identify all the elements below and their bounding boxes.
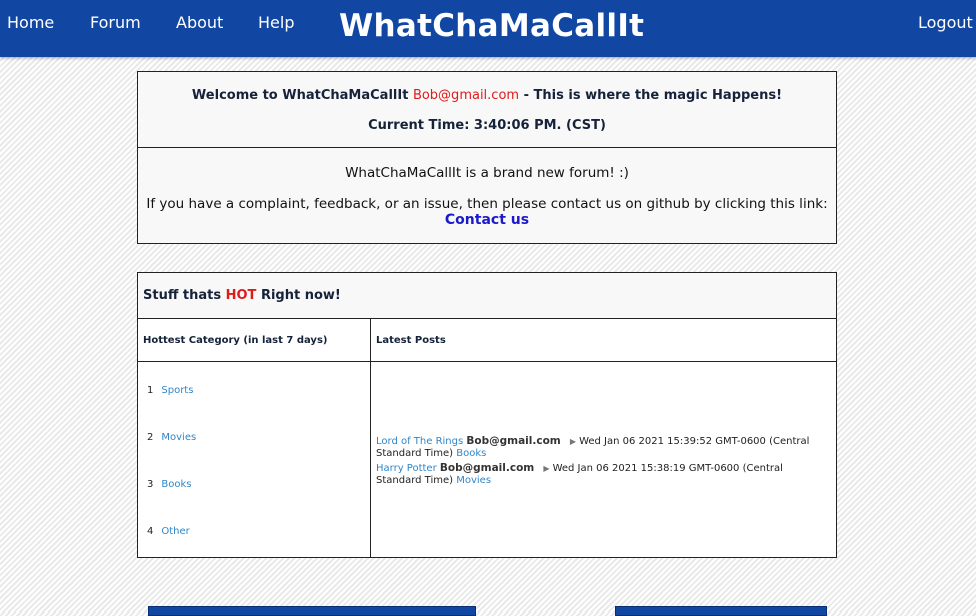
post-item: Lord of The Rings Bob@gmail.com ▶ Wed Jan… xyxy=(376,435,824,460)
category-link-movies[interactable]: Movies xyxy=(161,432,196,443)
hot-title-prefix: Stuff thats xyxy=(143,288,226,303)
feedback-message: If you have a complaint, feedback, or an… xyxy=(146,196,828,212)
category-column-header: Hottest Category (in last 7 days) xyxy=(138,319,370,362)
posts-column-header: Latest Posts xyxy=(371,319,836,362)
posts-column-label: Latest Posts xyxy=(376,335,446,346)
category-item: 4 Other xyxy=(147,526,190,537)
post-date: Wed Jan 06 2021 15:38:19 GMT-0600 (Centr… xyxy=(376,463,783,486)
post-category-link[interactable]: Movies xyxy=(456,475,491,486)
category-link-sports[interactable]: Sports xyxy=(161,385,193,396)
feedback-text: If you have a complaint, feedback, or an… xyxy=(138,196,836,228)
post-author: Bob@gmail.com xyxy=(439,462,535,474)
hot-panel: Stuff thats HOT Right now! Hottest Categ… xyxy=(137,272,837,558)
hot-title: Stuff thats HOT Right now! xyxy=(143,288,341,303)
welcome-prefix: Welcome to WhatChaMaCallIt xyxy=(191,88,413,103)
navbar: Home Forum About Help WhatChaMaCallIt Lo… xyxy=(0,0,976,57)
site-title[interactable]: WhatChaMaCallIt xyxy=(339,6,644,46)
welcome-message: Welcome to WhatChaMaCallIt Bob@gmail.com… xyxy=(138,88,836,103)
welcome-suffix: - This is where the magic Happens! xyxy=(519,88,783,103)
post-author: Bob@gmail.com xyxy=(466,435,561,447)
category-column-label: Hottest Category (in last 7 days) xyxy=(143,335,328,346)
nav-about-link[interactable]: About xyxy=(176,13,223,33)
contact-us-link[interactable]: Contact us xyxy=(445,212,529,228)
hot-header: Stuff thats HOT Right now! xyxy=(138,273,836,319)
hot-title-suffix: Right now! xyxy=(256,288,341,303)
welcome-header: Welcome to WhatChaMaCallIt Bob@gmail.com… xyxy=(138,72,836,148)
post-title-link[interactable]: Harry Potter xyxy=(376,463,437,474)
hot-title-hot: HOT xyxy=(225,288,257,303)
user-email: Bob@gmail.com xyxy=(412,88,520,103)
category-item: 2 Movies xyxy=(147,432,196,443)
category-link-other[interactable]: Other xyxy=(161,526,189,537)
category-rank: 2 xyxy=(147,432,154,443)
nav-home-link[interactable]: Home xyxy=(7,13,54,33)
welcome-body: WhatChaMaCallIt is a brand new forum! :)… xyxy=(138,148,836,228)
triangle-right-icon: ▶ xyxy=(543,464,550,473)
post-item: Harry Potter Bob@gmail.com ▶ Wed Jan 06 2… xyxy=(376,462,824,487)
bottom-right-button[interactable] xyxy=(615,606,827,616)
nav-help-link[interactable]: Help xyxy=(258,13,294,33)
nav-logout-link[interactable]: Logout xyxy=(918,13,973,33)
column-divider xyxy=(370,319,371,557)
category-item: 3 Books xyxy=(147,479,191,490)
category-link-books[interactable]: Books xyxy=(161,479,191,490)
post-title-link[interactable]: Lord of The Rings xyxy=(376,436,463,447)
category-rank: 4 xyxy=(147,526,154,537)
current-time: Current Time: 3:40:06 PM. (CST) xyxy=(368,118,606,133)
welcome-panel: Welcome to WhatChaMaCallIt Bob@gmail.com… xyxy=(137,71,837,244)
bottom-left-button[interactable] xyxy=(148,606,476,616)
category-rank: 1 xyxy=(147,385,154,396)
post-category-link[interactable]: Books xyxy=(456,448,486,459)
category-item: 1 Sports xyxy=(147,385,193,396)
category-rank: 3 xyxy=(147,479,154,490)
nav-forum-link[interactable]: Forum xyxy=(90,13,141,33)
triangle-right-icon: ▶ xyxy=(569,437,577,446)
forum-intro: WhatChaMaCallIt is a brand new forum! :) xyxy=(345,165,629,181)
